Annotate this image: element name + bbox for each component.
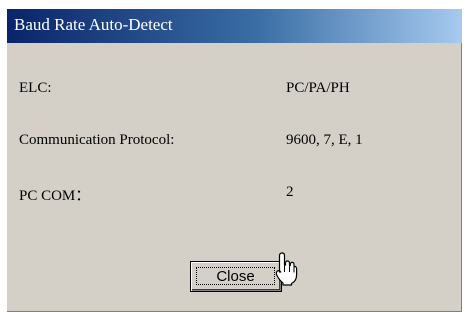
title-bar[interactable]: Baud Rate Auto-Detect <box>7 9 462 43</box>
dialog-content: ELC: PC/PA/PH Communication Protocol: 96… <box>7 43 462 312</box>
protocol-label: Communication Protocol: <box>19 132 175 148</box>
pc-com-row: PC COM： 2 <box>19 184 449 208</box>
pc-com-label: PC COM： <box>19 188 91 204</box>
window-title: Baud Rate Auto-Detect <box>14 15 173 34</box>
elc-value: PC/PA/PH <box>286 80 350 96</box>
elc-row: ELC: PC/PA/PH <box>19 80 449 104</box>
baud-rate-dialog: Baud Rate Auto-Detect ELC: PC/PA/PH Comm… <box>6 8 462 312</box>
protocol-value: 9600, 7, E, 1 <box>286 132 363 148</box>
close-button[interactable]: Close <box>190 261 282 292</box>
hand-pointer-icon <box>275 252 299 286</box>
elc-label: ELC: <box>19 80 52 96</box>
pc-com-value: 2 <box>286 184 294 200</box>
protocol-row: Communication Protocol: 9600, 7, E, 1 <box>19 132 449 156</box>
close-button-label: Close <box>196 267 275 285</box>
